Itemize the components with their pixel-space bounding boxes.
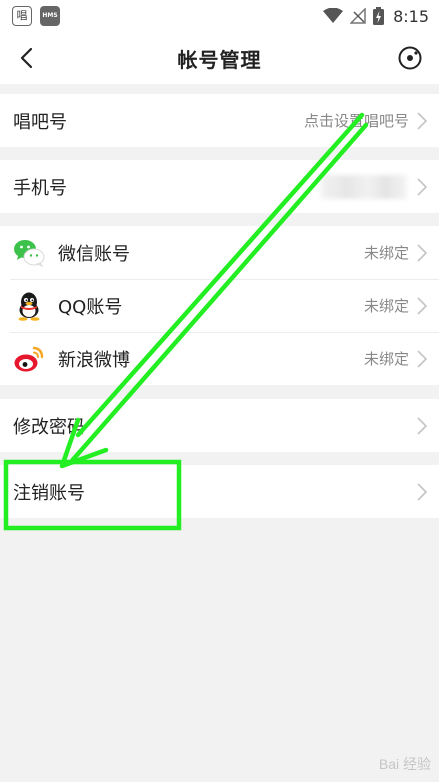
page-title: 帐号管理 (177, 48, 262, 72)
chevron-right-icon (417, 244, 428, 262)
changba-id-label: 唱吧号 (13, 112, 67, 133)
qq-binding-row[interactable]: QQ账号 未绑定 (0, 279, 439, 332)
change-password-group: 修改密码 (0, 399, 439, 452)
change-password-label: 修改密码 (13, 417, 85, 438)
chevron-right-icon (417, 178, 428, 196)
changba-id-row[interactable]: 唱吧号 点击设置唱吧号 (0, 94, 439, 147)
chevron-right-icon (417, 350, 428, 368)
deactivate-account-group: 注销账号 (0, 465, 439, 518)
phone-group: 手机号 (0, 160, 439, 213)
change-password-row[interactable]: 修改密码 (0, 399, 439, 452)
qq-label: QQ账号 (58, 297, 123, 318)
wechat-label: 微信账号 (58, 244, 130, 265)
chevron-right-icon (417, 483, 428, 501)
changba-id-value: 点击设置唱吧号 (303, 112, 409, 130)
weibo-binding-row[interactable]: 新浪微博 未绑定 (0, 332, 439, 385)
wechat-binding-row[interactable]: 微信账号 未绑定 (0, 226, 439, 279)
weibo-status: 未绑定 (363, 350, 409, 368)
weibo-icon (14, 346, 44, 372)
chevron-right-icon (417, 417, 428, 435)
wechat-status: 未绑定 (363, 244, 409, 262)
baidu-jingyan-watermark: Bai 经验 (378, 756, 431, 772)
nav-bar: 帐号管理 (0, 32, 439, 84)
deactivate-account-row[interactable]: 注销账号 (0, 465, 439, 518)
third-party-bindings-group: 微信账号 未绑定 QQ账号 未绑定 新浪微博 未绑定 (0, 226, 439, 385)
phone-row[interactable]: 手机号 (0, 160, 439, 213)
qq-status: 未绑定 (363, 297, 409, 315)
deactivate-account-label: 注销账号 (13, 483, 85, 504)
no-signal-icon (350, 8, 366, 24)
wifi-icon (323, 8, 344, 23)
record-icon[interactable] (397, 45, 423, 71)
status-bar: 唱 HMS 8:15 (0, 0, 439, 32)
battery-charging-icon (373, 7, 385, 25)
changba-app-notification-icon: 唱 (12, 6, 32, 26)
hms-notification-icon: HMS (40, 6, 60, 26)
phone-number-redacted (321, 175, 407, 199)
changba-id-group: 唱吧号 点击设置唱吧号 (0, 94, 439, 147)
qq-icon (18, 292, 40, 321)
chevron-right-icon (417, 112, 428, 130)
wechat-icon (14, 240, 45, 268)
phone-label: 手机号 (13, 178, 67, 199)
weibo-label: 新浪微博 (58, 350, 130, 371)
chevron-right-icon (417, 297, 428, 315)
clock: 8:15 (393, 6, 429, 26)
